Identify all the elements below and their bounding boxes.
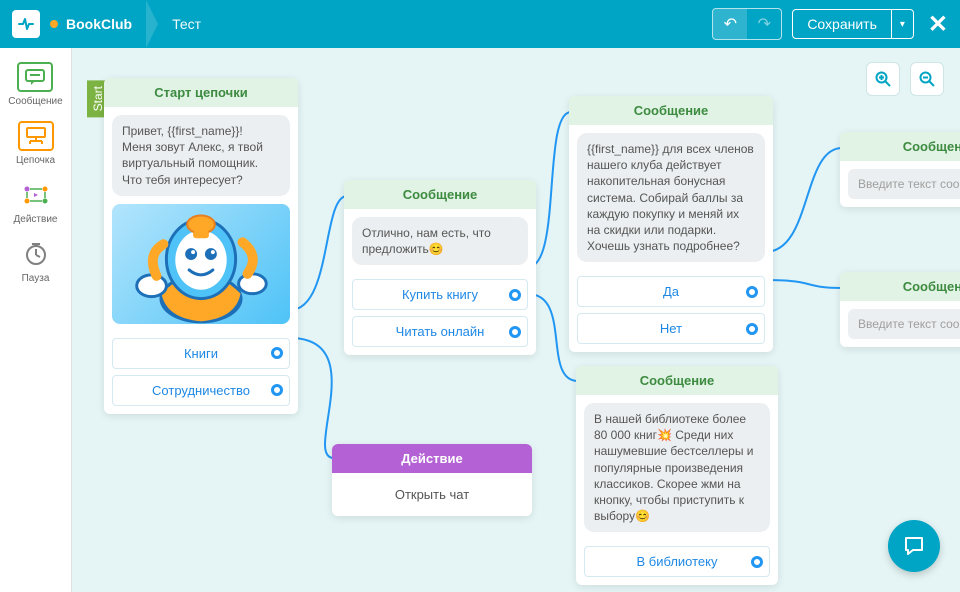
- node-message-4-title: Сообщение: [840, 132, 960, 161]
- palette: Сообщение Цепочка Действие Пауза: [0, 48, 72, 592]
- save-button[interactable]: Сохранить: [793, 10, 891, 38]
- node-message-3-text: В нашей библиотеке более 80 000 книг💥 Ср…: [584, 403, 770, 532]
- node-message-2-option-1[interactable]: Нет: [577, 313, 765, 344]
- action-icon: [18, 180, 54, 210]
- node-message-5-title: Сообщение: [840, 272, 960, 301]
- port-out[interactable]: [509, 289, 521, 301]
- chain-icon: [18, 121, 54, 151]
- node-message-1-option-1[interactable]: Читать онлайн: [352, 316, 528, 347]
- palette-pause[interactable]: Пауза: [18, 239, 54, 284]
- node-message-3-option-0[interactable]: В библиотеку: [584, 546, 770, 577]
- node-start-option-1[interactable]: Сотрудничество: [112, 375, 290, 406]
- app-logo[interactable]: [12, 10, 40, 38]
- zoom-out-button[interactable]: [910, 62, 944, 96]
- node-message-4-placeholder[interactable]: Введите текст сообщения: [848, 169, 960, 199]
- project-name[interactable]: BookClub: [66, 16, 132, 32]
- node-message-3[interactable]: Сообщение В нашей библиотеке более 80 00…: [576, 366, 778, 585]
- message-icon: [17, 62, 53, 92]
- node-action[interactable]: Действие Открыть чат: [332, 444, 532, 516]
- port-out[interactable]: [746, 286, 758, 298]
- node-message-2-text: {{first_name}} для всех членов нашего кл…: [577, 133, 765, 262]
- palette-message[interactable]: Сообщение: [8, 62, 62, 107]
- node-message-4[interactable]: Сообщение Введите текст сообщения: [840, 132, 960, 207]
- palette-message-label: Сообщение: [8, 96, 62, 107]
- pause-icon: [18, 239, 54, 269]
- node-start-text: Привет, {{first_name}}! Меня зовут Алекс…: [112, 115, 290, 196]
- node-message-2[interactable]: Сообщение {{first_name}} для всех членов…: [569, 96, 773, 352]
- node-message-2-title: Сообщение: [569, 96, 773, 125]
- redo-button[interactable]: ↷: [747, 9, 781, 39]
- node-start-image: [112, 204, 290, 324]
- workspace: Сообщение Цепочка Действие Пауза: [0, 48, 960, 592]
- node-message-1-text: Отлично, нам есть, что предложить😊: [352, 217, 528, 265]
- node-message-1[interactable]: Сообщение Отлично, нам есть, что предлож…: [344, 180, 536, 355]
- undo-button[interactable]: ↶: [713, 9, 747, 39]
- node-start[interactable]: Старт цепочки Привет, {{first_name}}! Ме…: [104, 78, 298, 414]
- node-message-5[interactable]: Сообщение Введите текст сообщения: [840, 272, 960, 347]
- undo-redo-group: ↶ ↷: [712, 8, 782, 40]
- save-group: Сохранить ▾: [792, 9, 914, 39]
- node-message-2-option-0[interactable]: Да: [577, 276, 765, 307]
- topbar: BookClub Тест ↶ ↷ Сохранить ▾ ✕: [0, 0, 960, 48]
- project-status-dot: [50, 20, 58, 28]
- mascot-icon: [112, 204, 290, 324]
- node-message-1-option-0[interactable]: Купить книгу: [352, 279, 528, 310]
- port-out[interactable]: [751, 556, 763, 568]
- palette-action-label: Действие: [14, 214, 58, 225]
- port-out[interactable]: [271, 384, 283, 396]
- port-out[interactable]: [271, 347, 283, 359]
- canvas[interactable]: Start Старт цепочки Привет, {{first_name…: [72, 48, 960, 592]
- node-start-option-0[interactable]: Книги: [112, 338, 290, 369]
- zoom-controls: [866, 62, 944, 96]
- page-title[interactable]: Тест: [172, 16, 201, 32]
- close-button[interactable]: ✕: [928, 10, 948, 39]
- node-action-title: Действие: [332, 444, 532, 473]
- palette-chain[interactable]: Цепочка: [16, 121, 55, 166]
- palette-action[interactable]: Действие: [14, 180, 58, 225]
- port-out[interactable]: [746, 323, 758, 335]
- node-action-text: Открыть чат: [332, 473, 532, 516]
- breadcrumb-separator: [146, 0, 158, 48]
- node-start-title: Старт цепочки: [104, 78, 298, 107]
- node-message-3-title: Сообщение: [576, 366, 778, 395]
- palette-chain-label: Цепочка: [16, 155, 55, 166]
- node-message-1-title: Сообщение: [344, 180, 536, 209]
- zoom-in-button[interactable]: [866, 62, 900, 96]
- port-out[interactable]: [509, 326, 521, 338]
- help-button[interactable]: [888, 520, 940, 572]
- save-caret[interactable]: ▾: [891, 10, 913, 38]
- palette-pause-label: Пауза: [22, 273, 50, 284]
- node-message-5-placeholder[interactable]: Введите текст сообщения: [848, 309, 960, 339]
